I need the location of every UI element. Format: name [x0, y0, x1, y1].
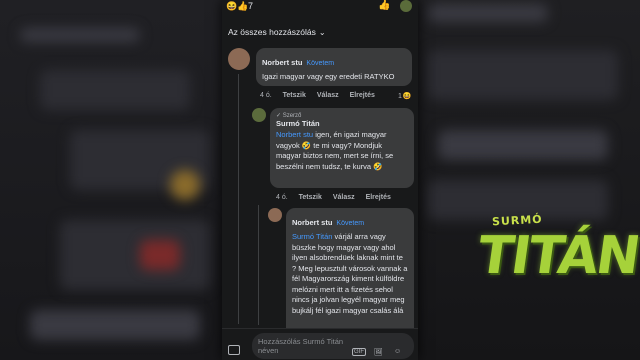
follow-link[interactable]: Követem — [336, 220, 364, 227]
comment-actions: 4 ó. Tetszik Válasz Elrejtés — [276, 194, 400, 201]
reaction-icons[interactable]: 😆👍 — [226, 1, 248, 12]
comment-author[interactable]: Norbert stu — [262, 58, 302, 67]
comment-reaction-count[interactable]: 1😆 — [398, 92, 412, 100]
avatar[interactable] — [268, 208, 282, 222]
thread-line — [238, 74, 239, 324]
camera-icon[interactable] — [228, 345, 240, 355]
comment-text: Igazi magyar vagy egy eredeti RATYKO — [262, 72, 395, 81]
comment-text: Norbert stu igen, én igazi magyar vagyok… — [276, 130, 394, 171]
mention-link[interactable]: Surmó Titán — [292, 232, 332, 241]
comment-time: 4 ó. — [276, 194, 288, 201]
comment-author[interactable]: Norbert stu — [292, 218, 332, 227]
hide-button[interactable]: Elrejtés — [350, 92, 375, 99]
facebook-comments-screen: 😆👍 7 👍 Az összes hozzászólás ⌄ Norbert st… — [222, 0, 418, 360]
gif-icon[interactable]: GIF — [352, 348, 366, 356]
comment-filter-dropdown[interactable]: Az összes hozzászólás ⌄ — [228, 27, 326, 37]
blurred-background-left — [0, 0, 222, 360]
reply-button[interactable]: Válasz — [317, 92, 339, 99]
thumbs-up-icon[interactable]: 👍 — [378, 0, 390, 11]
mention-link[interactable]: Norbert stu — [276, 130, 313, 139]
emoji-icon[interactable]: ☺ — [394, 348, 401, 355]
comment-author[interactable]: Surmó Titán — [276, 119, 408, 128]
comment-bubble: Norbert stu Követem Surmó Titán várjál ar… — [286, 208, 414, 348]
author-badge: ✓ Szerző — [276, 113, 302, 119]
laughing-emoji-icon: 😆 — [402, 93, 412, 100]
comment-time: 4 ó. — [260, 92, 272, 99]
comment-bubble: ✓ Szerző Surmó Titán Norbert stu igen, é… — [270, 108, 414, 188]
like-button[interactable]: Tetszik — [283, 92, 306, 99]
hide-button[interactable]: Elrejtés — [366, 194, 391, 201]
sticker-icon[interactable]: 🖼 — [374, 348, 383, 356]
comment-composer: Hozzászólás Surmó Titán néven GIF 🖼 ☺ — [222, 328, 418, 360]
like-button[interactable]: Tetszik — [299, 194, 322, 201]
reply-button[interactable]: Válasz — [333, 194, 355, 201]
comment-input[interactable]: Hozzászólás Surmó Titán néven GIF 🖼 ☺ — [252, 333, 414, 359]
comment-input-placeholder: Hozzászólás Surmó Titán néven — [258, 337, 344, 355]
page-avatar[interactable] — [400, 0, 412, 12]
comment-filter-label: Az összes hozzászólás — [228, 27, 316, 37]
reactions-bar: 😆👍 7 👍 — [222, 0, 418, 14]
comment-actions: 4 ó. Tetszik Válasz Elrejtés — [260, 92, 384, 99]
thread-line — [258, 205, 259, 325]
comment-bubble: Norbert stu Követem Igazi magyar vagy egy… — [256, 48, 412, 86]
reaction-count[interactable]: 7 — [248, 1, 253, 11]
avatar[interactable] — [252, 108, 266, 122]
chevron-down-icon: ⌄ — [318, 28, 326, 37]
comment-text: Surmó Titán várjál arra vagy büszke hogy… — [292, 232, 408, 315]
avatar[interactable] — [228, 48, 250, 70]
channel-logo: SURMÓ TITÁN — [470, 208, 640, 308]
logo-main-text: TITÁN — [473, 226, 640, 286]
follow-link[interactable]: Követem — [306, 60, 334, 67]
